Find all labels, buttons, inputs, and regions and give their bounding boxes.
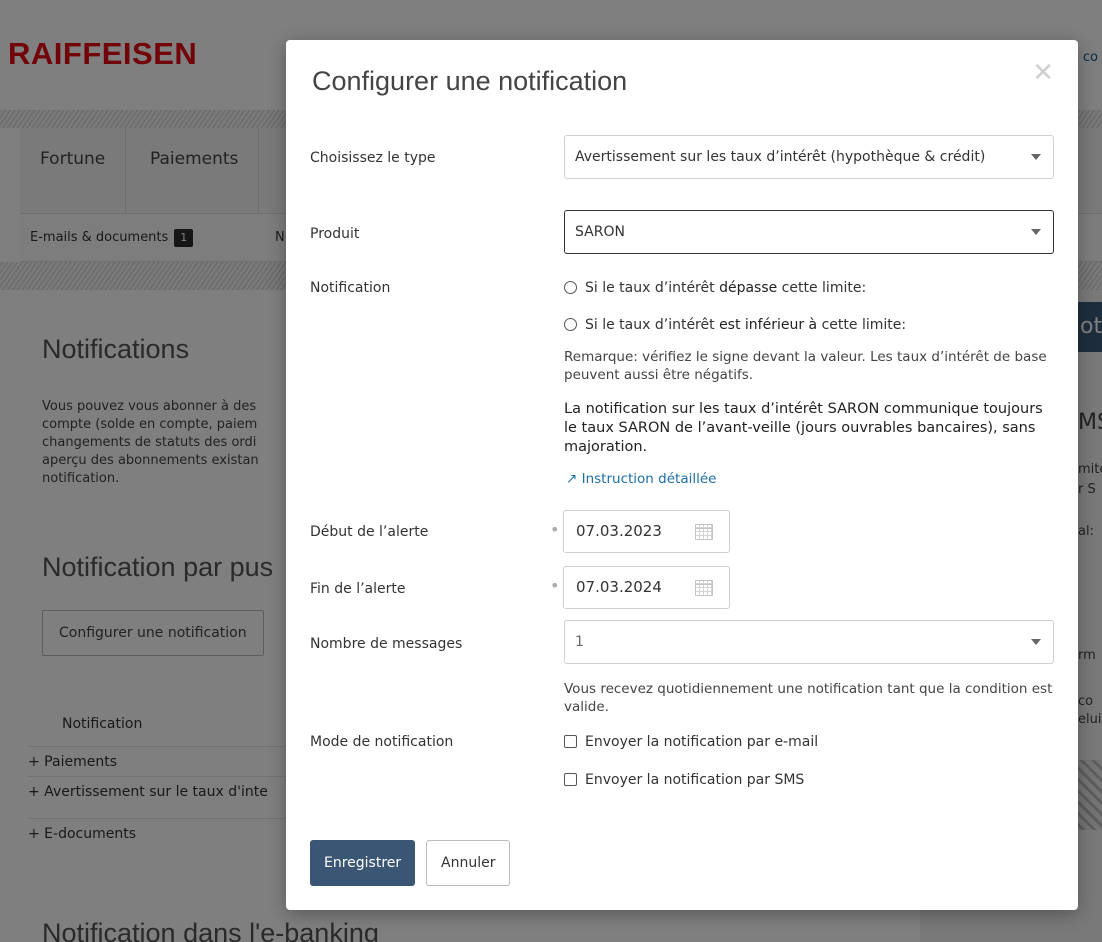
chevron-down-icon [1031, 639, 1041, 645]
radio-label-text: Si le taux d’intérêt [585, 280, 720, 296]
cancel-button[interactable]: Annuler [426, 840, 511, 886]
start-date-input[interactable]: 07.03.2023 [563, 510, 730, 553]
radio-label-emphasis: est inférieur à [719, 317, 818, 333]
product-select-value: SARON [575, 224, 625, 240]
radio-label-emphasis: dépasse [719, 280, 778, 296]
radio-label-text: Si le taux d’intérêt [585, 317, 720, 333]
checkbox-label: Envoyer la notification par SMS [585, 772, 805, 788]
radio-button[interactable] [564, 318, 577, 331]
required-indicator: • [550, 520, 560, 539]
checkbox-email[interactable]: Envoyer la notification par e-mail [564, 734, 818, 750]
start-date-label: Début de l’alerte [310, 524, 429, 540]
product-label: Produit [310, 226, 360, 242]
notification-label: Notification [310, 280, 391, 296]
type-select-value: Avertissement sur les taux d’intérêt (hy… [575, 149, 986, 165]
type-select[interactable]: Avertissement sur les taux d’intérêt (hy… [564, 135, 1054, 179]
required-indicator: • [550, 576, 560, 595]
message-count-label: Nombre de messages [310, 636, 463, 652]
notification-mode-label: Mode de notification [310, 734, 454, 750]
start-date-value: 07.03.2023 [576, 522, 662, 540]
configure-notification-dialog: Configurer une notification ✕ Choisissez… [286, 40, 1078, 910]
radio-label-text: cette limite: [777, 280, 867, 296]
message-count-value: 1 [575, 634, 584, 650]
save-button[interactable]: Enregistrer [310, 840, 416, 886]
close-icon[interactable]: ✕ [1032, 60, 1054, 86]
radio-label-text: cette limite: [817, 317, 907, 333]
calendar-icon[interactable] [695, 580, 713, 596]
chevron-down-icon [1031, 154, 1041, 160]
radio-button[interactable] [564, 281, 577, 294]
end-date-value: 07.03.2024 [576, 578, 662, 596]
product-select[interactable]: SARON [564, 210, 1054, 254]
radio-rate-above[interactable]: Si le taux d’intérêt dépasse cette limit… [564, 280, 866, 296]
chevron-down-icon [1031, 229, 1041, 235]
detailed-instruction-link[interactable]: ↗ Instruction détaillée [566, 471, 716, 487]
dialog-title: Configurer une notification [312, 66, 628, 96]
checkbox[interactable] [564, 773, 577, 786]
end-date-input[interactable]: 07.03.2024 [563, 566, 730, 609]
checkbox[interactable] [564, 735, 577, 748]
calendar-icon[interactable] [695, 524, 713, 540]
message-count-select[interactable]: 1 [564, 620, 1054, 664]
negative-rate-remark: Remarque: vérifiez le signe devant la va… [564, 349, 1047, 383]
radio-rate-below[interactable]: Si le taux d’intérêt est inférieur à cet… [564, 317, 906, 333]
saron-info-text: La notification sur les taux d’intérêt S… [564, 401, 1043, 455]
message-count-hint: Vous recevez quotidiennement une notific… [564, 681, 1053, 715]
end-date-label: Fin de l’alerte [310, 581, 406, 597]
checkbox-label: Envoyer la notification par e-mail [585, 734, 819, 750]
checkbox-sms[interactable]: Envoyer la notification par SMS [564, 772, 804, 788]
type-label: Choisissez le type [310, 150, 436, 166]
